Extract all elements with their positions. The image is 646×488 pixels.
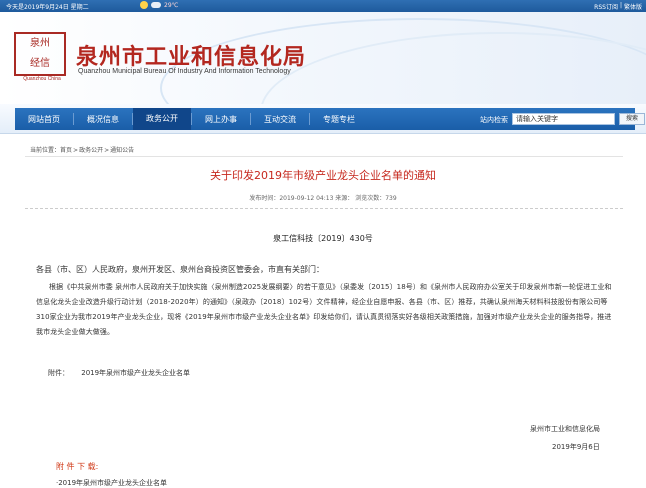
nav-item-government-affairs[interactable]: 政务公开 [133,108,191,130]
downloads-title: 附 件 下 载: [56,462,99,471]
search-input[interactable]: 请输入关键字 [512,113,615,125]
logo-text-bottom: 经信 [30,58,50,69]
nav-bar: 网站首页 概况信息 政务公开 网上办事 互动交流 专题专栏 站内检索 请输入关键… [15,108,645,130]
attachment-label: 附件： [48,369,69,377]
article-title: 关于印发2019年市级产业龙头企业名单的通知 [210,169,436,182]
rss-link[interactable]: RSS订阅 [594,2,618,11]
download-link[interactable]: ·2019年泉州市级产业龙头企业名单 [56,478,167,488]
salutation: 各县（市、区）人民政府，泉州开发区、泉州台商投资区管委会，市直有关部门： [36,265,324,274]
cloud-icon [151,2,161,8]
nav-item-special-topics[interactable]: 专题专栏 [310,114,368,125]
logo-caption: Quanzhou China [23,76,61,82]
top-links: RSS订阅 | 繁体版 [594,2,642,11]
site-header: 泉州经信 Quanzhou China 泉州市工业和信息化局 Quanzhou … [0,12,646,104]
nav-item-overview[interactable]: 概况信息 [74,114,132,125]
site-title-english: Quanzhou Municipal Bureau Of Industry An… [78,68,291,75]
nav-item-online-services[interactable]: 网上办事 [192,114,250,125]
current-date: 今天是2019年9月24日 星期二 [6,4,89,11]
breadcrumb-item-government[interactable]: 政务公开 [79,147,103,154]
nav-item-home[interactable]: 网站首页 [15,114,73,125]
search-label: 站内检索 [480,116,508,124]
breadcrumb-item-notices[interactable]: 通知公告 [110,147,134,154]
breadcrumb-separator: > [73,147,79,154]
breadcrumb-prefix: 当前位置： [30,147,61,154]
breadcrumb: 当前位置：首页>政务公开>通知公告 [30,145,134,154]
breadcrumb-item-home[interactable]: 首页 [60,147,72,154]
logo-text-top: 泉州 [30,38,50,49]
article-body: 根据《中共泉州市委 泉州市人民政府关于加快实施〈泉州制造2025发展纲要〉的若干… [36,283,612,336]
site-title: 泉州市工业和信息化局 [76,45,307,70]
search-button[interactable]: 搜索 [619,113,645,125]
nav-item-interaction[interactable]: 互动交流 [251,114,309,125]
top-bar: 今天是2019年9月24日 星期二 29℃ RSS订阅 | 繁体版 [0,0,646,12]
site-logo[interactable]: 泉州 经信 [14,32,66,76]
signature-date: 2019年9月6日 [552,443,600,451]
divider [25,208,623,209]
article-meta: 发布时间：2019-09-12 04:13 来源： 浏览次数：739 [249,195,397,202]
sun-icon [140,1,148,9]
attachment-name: 2019年泉州市级产业龙头企业名单 [81,369,191,377]
traditional-chinese-link[interactable]: 繁体版 [624,2,642,11]
top-link-separator: | [619,2,622,9]
document-number: 泉工信科技〔2019〕430号 [273,234,373,243]
temperature: 29℃ [164,1,179,9]
breadcrumb-separator: > [104,147,110,154]
main-navigation: 网站首页 概况信息 政务公开 网上办事 互动交流 专题专栏 站内检索 请输入关键… [0,104,646,134]
divider [25,156,623,157]
weather-widget: 29℃ [140,1,178,9]
attachment-line: 附件： 2019年泉州市级产业龙头企业名单 [48,368,190,378]
signature-organization: 泉州市工业和信息化局 [530,425,600,433]
